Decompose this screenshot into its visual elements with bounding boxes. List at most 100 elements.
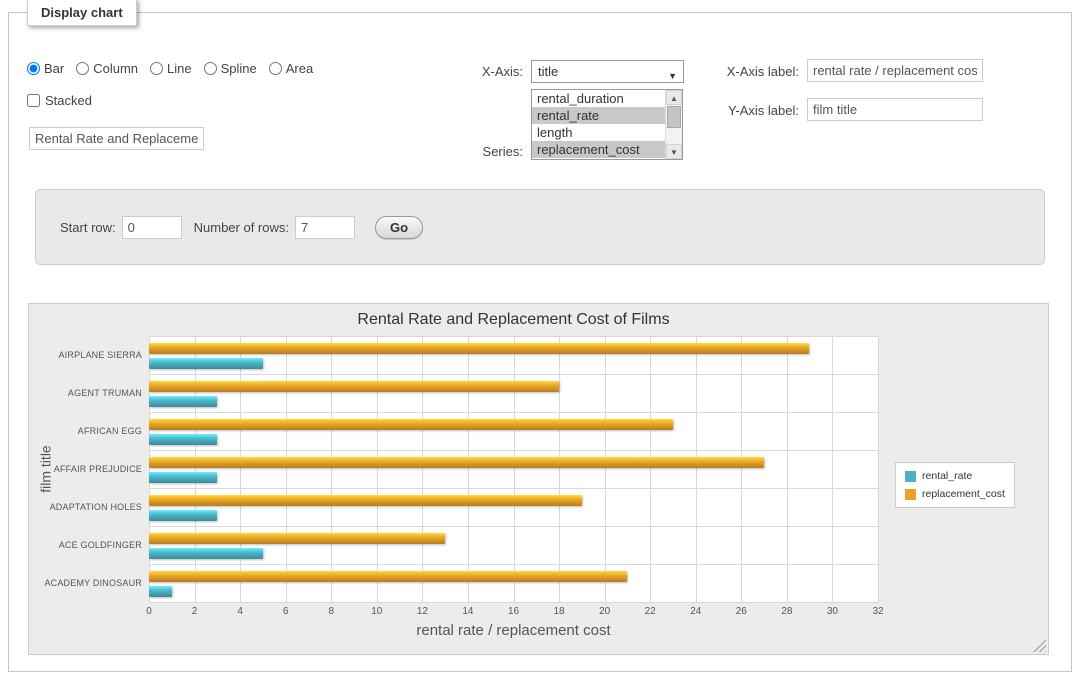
number-of-rows-input[interactable]: [295, 216, 355, 239]
chart-type-radio-column[interactable]: [76, 62, 89, 75]
chart-type-radio-spline[interactable]: [204, 62, 217, 75]
series-listbox-scrollbar[interactable]: ▲ ▼: [665, 90, 682, 159]
bar-rental_rate: [149, 548, 263, 559]
category-label: AFFAIR PREJUDICE: [29, 450, 142, 488]
chart-type-area[interactable]: Area: [269, 61, 313, 76]
bar-replacement_cost: [149, 343, 809, 354]
arrow-up-icon[interactable]: ▲: [666, 90, 682, 105]
chart-type-spline[interactable]: Spline: [204, 61, 257, 76]
chart-title: Rental Rate and Replacement Cost of Film…: [149, 311, 878, 329]
legend-label: replacement_cost: [922, 488, 1005, 500]
tick-label: 22: [645, 606, 656, 617]
bar-replacement_cost: [149, 457, 764, 468]
tick-label: 30: [827, 606, 838, 617]
bar-group: [149, 451, 878, 489]
bar-rental_rate: [149, 510, 217, 521]
yaxis-label-field-label: Y-Axis label:: [699, 103, 799, 118]
start-row-input[interactable]: [122, 216, 182, 239]
bar-rental_rate: [149, 472, 217, 483]
plot-area: [149, 336, 878, 603]
xaxis-select-label: X-Axis:: [427, 64, 523, 79]
stacked-checkbox-row[interactable]: Stacked: [27, 93, 92, 108]
series-option-rental_rate[interactable]: rental_rate: [532, 107, 665, 124]
category-label: AFRICAN EGG: [29, 412, 142, 450]
tick-label: 16: [508, 606, 519, 617]
chart-type-bar[interactable]: Bar: [27, 61, 64, 76]
series-listbox-options: rental_durationrental_ratelengthreplacem…: [532, 90, 665, 159]
tick-label: 32: [872, 606, 883, 617]
tick-label: 8: [328, 606, 334, 617]
bar-replacement_cost: [149, 571, 627, 582]
tick-label: 4: [237, 606, 243, 617]
panel-legend: Display chart: [27, 0, 137, 26]
tick-label: 26: [736, 606, 747, 617]
tick-label: 6: [283, 606, 289, 617]
number-of-rows-label: Number of rows:: [194, 220, 289, 235]
series-listbox-label: Series:: [427, 144, 523, 159]
chart-type-radios: Bar Column Line Spline Area: [27, 61, 325, 76]
bar-replacement_cost: [149, 419, 673, 430]
bar-replacement_cost: [149, 533, 445, 544]
scrollbar-thumb[interactable]: [667, 106, 681, 128]
stacked-checkbox[interactable]: [27, 94, 40, 107]
xaxis-select[interactable]: title ▼: [531, 60, 684, 83]
category-label: ACADEMY DINOSAUR: [29, 564, 142, 602]
chart-type-radio-bar[interactable]: [27, 62, 40, 75]
chart-category-labels: AIRPLANE SIERRAAGENT TRUMANAFRICAN EGGAF…: [29, 336, 142, 602]
chart-legend: rental_rate replacement_cost: [895, 462, 1015, 508]
tick-label: 18: [554, 606, 565, 617]
chart-panel: Rental Rate and Replacement Cost of Film…: [28, 303, 1049, 655]
tick-label: 24: [690, 606, 701, 617]
category-label: AGENT TRUMAN: [29, 374, 142, 412]
legend-swatch: [905, 489, 916, 500]
tick-label: 20: [599, 606, 610, 617]
bar-group: [149, 565, 878, 603]
category-label: AIRPLANE SIERRA: [29, 336, 142, 374]
xaxis-label-field-label: X-Axis label:: [699, 64, 799, 79]
chart-title-input[interactable]: [29, 127, 204, 150]
bar-group: [149, 413, 878, 451]
go-button[interactable]: Go: [375, 216, 423, 239]
tick-label: 14: [462, 606, 473, 617]
radio-label: Area: [286, 61, 313, 76]
resize-handle-icon[interactable]: [1033, 639, 1046, 652]
chart-type-column[interactable]: Column: [76, 61, 138, 76]
bar-group: [149, 337, 878, 375]
legend-label: rental_rate: [922, 470, 972, 482]
tick-label: 2: [192, 606, 198, 617]
bar-rental_rate: [149, 586, 172, 597]
tick-label: 10: [371, 606, 382, 617]
series-listbox[interactable]: rental_durationrental_ratelengthreplacem…: [531, 89, 683, 160]
series-option-rental_duration[interactable]: rental_duration: [532, 90, 665, 107]
legend-swatch: [905, 471, 916, 482]
bar-rental_rate: [149, 358, 263, 369]
radio-label: Column: [93, 61, 138, 76]
radio-label: Bar: [44, 61, 64, 76]
bar-group: [149, 527, 878, 565]
category-label: ACE GOLDFINGER: [29, 526, 142, 564]
chart-type-radio-area[interactable]: [269, 62, 282, 75]
radio-label: Line: [167, 61, 192, 76]
legend-item-replacement_cost: replacement_cost: [905, 488, 1005, 500]
arrow-down-icon[interactable]: ▼: [666, 144, 682, 159]
category-label: ADAPTATION HOLES: [29, 488, 142, 526]
bar-replacement_cost: [149, 495, 582, 506]
row-range-panel: Start row: Number of rows: Go: [35, 189, 1045, 265]
series-option-replacement_cost[interactable]: replacement_cost: [532, 141, 665, 158]
yaxis-label-input[interactable]: [807, 98, 983, 121]
stacked-label: Stacked: [45, 93, 92, 108]
series-option-length[interactable]: length: [532, 124, 665, 141]
legend-item-rental_rate: rental_rate: [905, 470, 1005, 482]
bar-group: [149, 375, 878, 413]
chart-type-radio-line[interactable]: [150, 62, 163, 75]
tick-label: 12: [417, 606, 428, 617]
bar-group: [149, 489, 878, 527]
chevron-down-icon: ▼: [668, 66, 677, 87]
tick-label: 0: [146, 606, 152, 617]
xaxis-label-input[interactable]: [807, 59, 983, 82]
xaxis-select-value: title: [538, 64, 558, 79]
bar-rental_rate: [149, 396, 217, 407]
chart-type-line[interactable]: Line: [150, 61, 192, 76]
gridline: [878, 337, 879, 603]
start-row-label: Start row:: [60, 220, 116, 235]
